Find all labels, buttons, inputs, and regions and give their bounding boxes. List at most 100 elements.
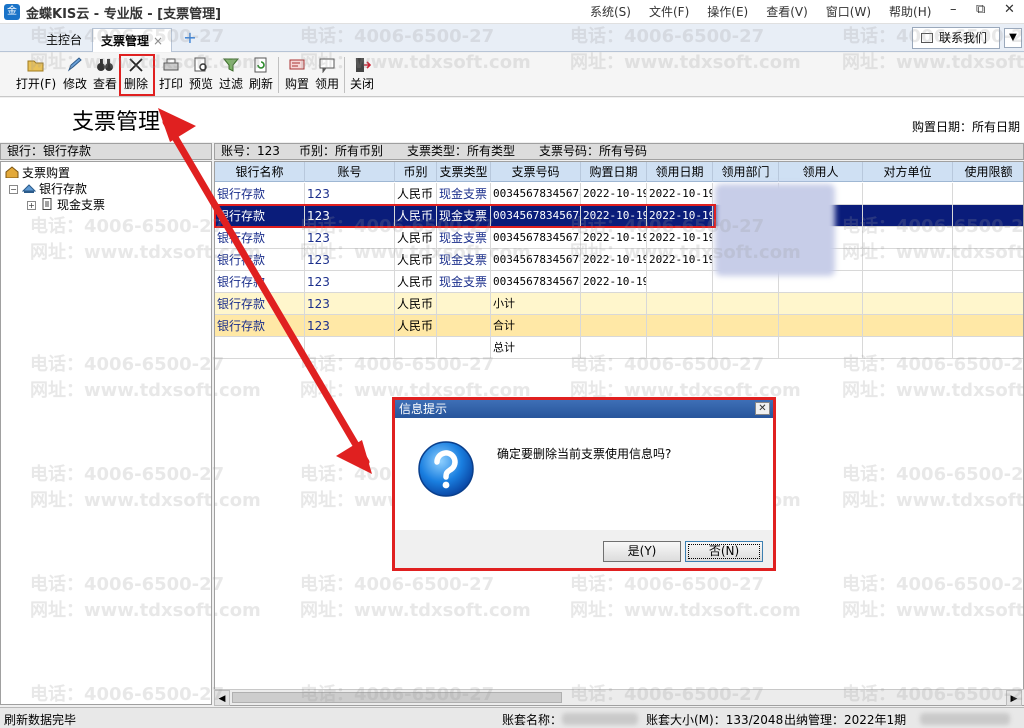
cell-bank: 银行存款: [215, 315, 305, 337]
expand-icon[interactable]: +: [27, 201, 36, 210]
col-user[interactable]: 领用人: [779, 162, 863, 182]
cell-user: [779, 337, 863, 359]
table-row[interactable]: 银行存款 123 人民币 小计: [215, 293, 1023, 315]
cell-cur: 人民币: [395, 271, 437, 293]
collapse-icon[interactable]: −: [9, 185, 18, 194]
menu-view[interactable]: 查看(V): [766, 3, 808, 20]
scroll-left-icon[interactable]: ◀: [214, 690, 230, 706]
cell-acct: 123: [305, 183, 395, 205]
tree-root[interactable]: 支票购置: [5, 164, 70, 181]
dialog-close-icon[interactable]: ✕: [755, 402, 770, 415]
menu-operate[interactable]: 操作(E): [707, 3, 748, 20]
table-row[interactable]: 银行存款123人民币现金支票003456783456780032022-10-1…: [215, 227, 1023, 249]
cell-limit: [953, 183, 1023, 205]
cell-limit: [953, 249, 1023, 271]
cell-type: [437, 293, 491, 315]
scroll-right-icon[interactable]: ▶: [1006, 690, 1022, 706]
table-row[interactable]: 银行存款123人民币现金支票003456783456780042022-10-1…: [215, 249, 1023, 271]
cell-acct: 123: [305, 293, 395, 315]
contact-us-button[interactable]: 联系我们: [912, 27, 1000, 49]
col-cheque-type[interactable]: 支票类型: [437, 162, 491, 182]
table-row[interactable]: 银行存款123人民币现金支票003456783456780012022-10-1…: [215, 183, 1023, 205]
col-bank-name[interactable]: 银行名称: [215, 162, 305, 182]
table-row[interactable]: 总计: [215, 337, 1023, 359]
cell-cur: 人民币: [395, 227, 437, 249]
chevron-down-icon[interactable]: ▼: [1004, 28, 1022, 48]
horizontal-scrollbar[interactable]: ◀ ▶: [214, 689, 1024, 706]
edit-button[interactable]: 修改: [62, 55, 88, 92]
cell-dept: [713, 337, 779, 359]
app-title: 金蝶KIS云 - 专业版 - [支票管理]: [26, 7, 222, 22]
cell-no: 00345678345678005: [491, 271, 581, 293]
view-label: 查看: [92, 77, 117, 91]
tree-cash-label: 现金支票: [57, 198, 106, 212]
cell-no: 00345678345678001: [491, 183, 581, 205]
question-icon: [418, 441, 474, 497]
view-button[interactable]: 查看: [92, 55, 118, 92]
dialog-message: 确定要删除当前支票使用信息吗?: [497, 447, 672, 461]
minimize-icon[interactable]: –: [950, 2, 957, 17]
no-button[interactable]: 否(N): [685, 541, 763, 562]
col-use-dept[interactable]: 领用部门: [713, 162, 779, 182]
add-tab-icon[interactable]: +: [182, 30, 198, 46]
cheque-buy-icon: [289, 59, 305, 70]
menu-help[interactable]: 帮助(H): [889, 3, 931, 20]
cell-type: 现金支票: [437, 183, 491, 205]
refresh-icon: [254, 57, 267, 73]
col-counterparty[interactable]: 对方单位: [863, 162, 953, 182]
col-account[interactable]: 账号: [305, 162, 395, 182]
scroll-thumb[interactable]: [232, 692, 562, 703]
cell-use: 2022-10-19: [647, 227, 713, 249]
table-row[interactable]: 银行存款123人民币现金支票003456783456780052022-10-1…: [215, 271, 1023, 293]
menu-file[interactable]: 文件(F): [649, 3, 689, 20]
cell-acct: [305, 337, 395, 359]
tree-root-label: 支票购置: [22, 166, 71, 180]
menu-system[interactable]: 系统(S): [590, 3, 631, 20]
tree-node-cash[interactable]: + 现金支票: [27, 196, 105, 213]
tab-console[interactable]: 主控台: [38, 28, 90, 52]
open-button[interactable]: 打开(F): [14, 55, 58, 92]
toolbar-divider: [344, 57, 345, 93]
buy-button[interactable]: 购置: [283, 55, 311, 92]
tab-cheque-manage[interactable]: 支票管理 ×: [92, 28, 173, 52]
strip-number: 支票号码：所有号码: [539, 144, 648, 158]
tab-close-icon[interactable]: ×: [153, 34, 163, 48]
claim-button[interactable]: 领用: [313, 55, 341, 92]
print-label: 打印: [158, 77, 183, 91]
col-cheque-number[interactable]: 支票号码: [491, 162, 581, 182]
cell-use: 2022-10-19: [647, 249, 713, 271]
restore-icon[interactable]: ⧉: [976, 2, 985, 17]
yes-button[interactable]: 是(Y): [603, 541, 681, 562]
cell-use: [647, 315, 713, 337]
cell-no: 合计: [491, 315, 581, 337]
bank-strip: 银行：银行存款: [0, 143, 212, 160]
app-logo-icon: 金: [4, 4, 20, 20]
cell-acct: 123: [305, 315, 395, 337]
table-row[interactable]: 银行存款 123 人民币 合计: [215, 315, 1023, 337]
cell-party: [863, 205, 953, 227]
col-currency[interactable]: 币别: [395, 162, 437, 182]
blurred-status-user: [920, 713, 1010, 725]
close-label: 关闭: [349, 77, 374, 91]
tree-node-bank[interactable]: − 银行存款: [9, 180, 87, 197]
open-label: 打开(F): [15, 77, 57, 91]
pencil-icon: [67, 57, 82, 72]
close-button[interactable]: 关闭: [348, 55, 376, 92]
cell-no: 00345678345678003: [491, 227, 581, 249]
cell-bank: 银行存款: [215, 227, 305, 249]
page-title: 支票管理: [72, 110, 161, 135]
col-use-date[interactable]: 领用日期: [647, 162, 713, 182]
print-button[interactable]: 打印: [158, 55, 184, 92]
preview-button[interactable]: 预览: [188, 55, 214, 92]
col-buy-date[interactable]: 购置日期: [581, 162, 647, 182]
refresh-button[interactable]: 刷新: [248, 55, 274, 92]
cell-party: [863, 337, 953, 359]
filter-button[interactable]: 过滤: [218, 55, 244, 92]
menu-window[interactable]: 窗口(W): [826, 3, 871, 20]
buy-label: 购置: [284, 77, 309, 91]
cell-use: [647, 293, 713, 315]
bank-icon: [22, 184, 36, 193]
cell-limit: [953, 271, 1023, 293]
col-limit[interactable]: 使用限额: [953, 162, 1023, 182]
close-window-icon[interactable]: ✕: [1004, 2, 1015, 17]
